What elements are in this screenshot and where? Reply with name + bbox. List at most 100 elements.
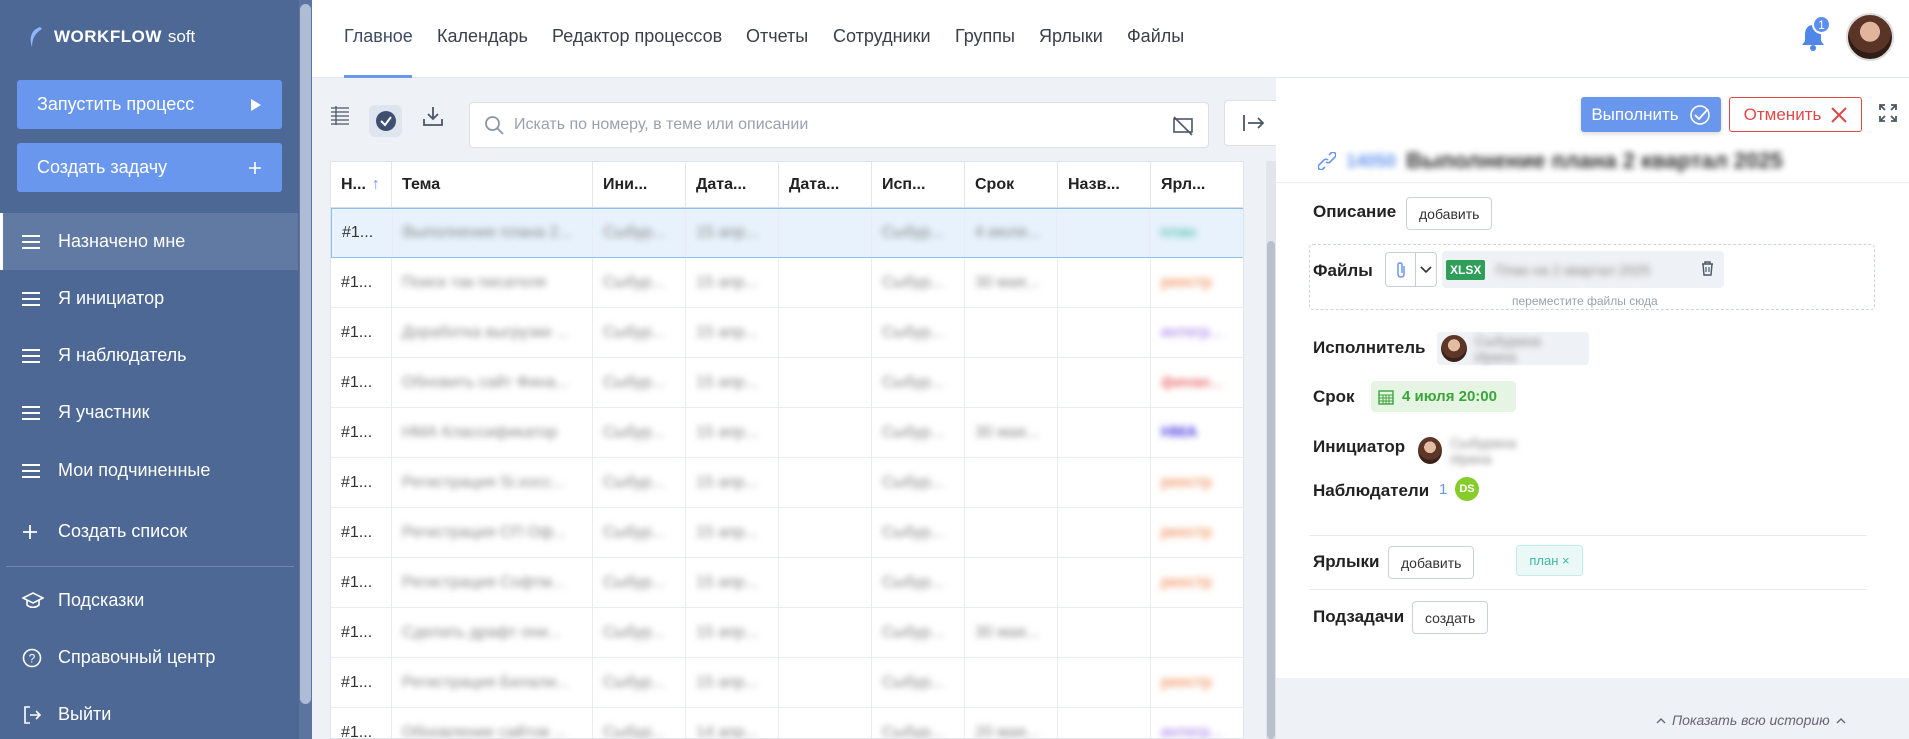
cell-number: #1... [331, 458, 392, 507]
brand-sub: soft [167, 27, 196, 46]
observers-count[interactable]: 1 [1439, 481, 1447, 498]
cell-initiator-text: Сыбур... [603, 473, 665, 491]
hide-description-icon[interactable] [1172, 115, 1194, 137]
sidebar-item-observer[interactable]: Я наблюдатель [0, 327, 298, 384]
tab-calendar[interactable]: Календарь [437, 26, 528, 47]
cell-date-created-text: 15 апр... [696, 273, 759, 291]
initiator-chip[interactable]: Сыбурина Ирина [1418, 434, 1558, 467]
column-label: Н... [341, 175, 366, 193]
table-row[interactable]: #1... Регистрация Билали... Сыбур... 15 апр… [331, 658, 1243, 708]
cell-executor: Сыбур... [872, 458, 965, 507]
trash-icon[interactable] [1701, 261, 1714, 276]
cell-name [1057, 209, 1151, 257]
sidebar-item-label: Мои подчиненные [58, 460, 211, 480]
cell-date-updated [779, 708, 872, 738]
cell-initiator: Сыбур... [593, 708, 686, 738]
table-row[interactable]: #1... Сделать драфт они... Сыбур... 15 апр.… [331, 608, 1243, 658]
tab-reports[interactable]: Отчеты [746, 26, 808, 47]
column-header-number[interactable]: Н... ↑ [331, 162, 392, 207]
sidebar-item-subordinates[interactable]: Мои подчиненные [0, 442, 298, 499]
plus-icon [248, 161, 262, 175]
tab-groups[interactable]: Группы [955, 26, 1015, 47]
sidebar-scrollbar[interactable] [299, 0, 312, 739]
sidebar-item-assigned-to-me[interactable]: Назначено мне [0, 213, 298, 270]
cell-date-updated [779, 658, 872, 707]
table-row[interactable]: #1... Обновить сайт Фина... Сыбур... 15 апр… [331, 358, 1243, 408]
check-filter-button[interactable] [369, 105, 402, 137]
paperclip-icon[interactable] [1386, 253, 1416, 286]
search-input[interactable] [514, 116, 1154, 134]
fullscreen-icon[interactable] [1879, 104, 1897, 122]
cell-name [1058, 308, 1151, 357]
column-header-date-created[interactable]: Дата... [686, 162, 779, 207]
cell-label-text: реестр [1161, 673, 1212, 691]
tab-labels[interactable]: Ярлыки [1039, 26, 1103, 47]
due-date-chip[interactable]: 4 июля 20:00 [1371, 381, 1516, 412]
column-header-executor[interactable]: Исп... [872, 162, 965, 207]
chevron-down-icon[interactable] [1416, 253, 1436, 286]
add-tag-button[interactable]: добавить [1388, 546, 1475, 579]
list-view-icon[interactable] [330, 105, 350, 125]
download-icon[interactable] [422, 105, 444, 127]
table-row[interactable]: #1... Регистрация Si.хосс... Сыбур... 15 ап… [331, 458, 1243, 508]
cancel-button[interactable]: Отменить [1729, 97, 1862, 132]
cell-executor-text: Сыбур... [882, 323, 944, 341]
table-row[interactable]: #1... Регистрация Софтм... Сыбур... 15 апр.… [331, 558, 1243, 608]
tab-main[interactable]: Главное [344, 26, 413, 47]
table-row[interactable]: #1... Выполнение плана 2... Сыбур... 15 апр… [331, 208, 1243, 258]
tab-process-editor[interactable]: Редактор процессов [552, 26, 722, 47]
cell-label [1151, 608, 1243, 657]
file-name[interactable]: План на 2 квартал 2025 [1495, 262, 1650, 278]
tab-files[interactable]: Файлы [1127, 26, 1184, 47]
task-id[interactable]: 14050 [1346, 151, 1396, 172]
run-process-button[interactable]: Запустить процесс [17, 80, 282, 129]
sidebar-item-logout[interactable]: Выйти [0, 686, 298, 739]
scrollbar-thumb[interactable] [1267, 241, 1275, 739]
cell-label-text: реестр [1161, 473, 1212, 491]
cell-executor: Сыбур... [872, 308, 965, 357]
user-avatar[interactable] [1846, 13, 1894, 61]
column-header-topic[interactable]: Тема [392, 162, 593, 207]
create-task-button[interactable]: Создать задачу [17, 143, 282, 192]
sidebar-item-hints[interactable]: Подсказки [0, 572, 298, 629]
hamburger-icon [22, 463, 58, 478]
sidebar-item-participant[interactable]: Я участник [0, 384, 298, 441]
assignee-chip[interactable]: Сыбурина Ирина [1437, 332, 1589, 365]
column-header-initiator[interactable]: Ини... [593, 162, 686, 207]
cell-initiator-text: Сыбур... [603, 623, 665, 641]
cell-date-created: 15 апр... [686, 658, 779, 707]
file-attachment[interactable]: XLSX План на 2 квартал 2025 [1442, 251, 1724, 288]
table-row[interactable]: #1... Регистрация СП Оф... Сыбур... 15 апр.… [331, 508, 1243, 558]
create-subtask-button[interactable]: создать [1412, 601, 1489, 634]
attach-file-button[interactable] [1385, 252, 1437, 287]
scrollbar-thumb[interactable] [300, 4, 311, 704]
cell-name [1058, 258, 1151, 307]
show-history-link[interactable]: Показать всю историю [1656, 712, 1846, 728]
complete-button[interactable]: Выполнить [1581, 97, 1721, 132]
cell-date-created-text: 15 апр... [696, 473, 759, 491]
app-logo[interactable]: WORKFLOW soft [26, 26, 195, 48]
column-header-date-updated[interactable]: Дата... [779, 162, 872, 207]
link-icon[interactable] [1318, 152, 1336, 170]
table-row[interactable]: #1... НМА Классификатор Сыбур... 15 апр... С… [331, 408, 1243, 458]
sidebar-item-initiator[interactable]: Я инициатор [0, 270, 298, 327]
table-row[interactable]: #1... Доработка выгрузки ... Сыбур... 15 ап… [331, 308, 1243, 358]
tag-chip[interactable]: план × [1516, 545, 1583, 576]
column-header-name[interactable]: Назв... [1058, 162, 1151, 207]
complete-label: Выполнить [1591, 104, 1679, 124]
sidebar-item-create-list[interactable]: Создать список [0, 503, 298, 560]
collapse-panel-button[interactable] [1224, 100, 1284, 146]
cell-date-created: 15 апр... [686, 408, 779, 457]
add-description-button[interactable]: добавить [1406, 197, 1493, 230]
search-box[interactable] [469, 102, 1209, 148]
column-header-due[interactable]: Срок [965, 162, 1058, 207]
table-row[interactable]: #1... Обновление сайтов ... Сыбур... 14 апр… [331, 708, 1243, 738]
tab-employees[interactable]: Сотрудники [833, 26, 931, 47]
observer-avatar[interactable]: DS [1455, 477, 1479, 501]
table-row[interactable]: #1... Поиск так писателя Сыбур... 15 апр...… [331, 258, 1243, 308]
column-header-labels[interactable]: Ярл... [1151, 162, 1243, 207]
sidebar-item-help-center[interactable]: ? Справочный центр [0, 629, 298, 686]
avatar [1418, 437, 1443, 464]
cell-number: #1... [331, 658, 392, 707]
table-scrollbar[interactable] [1266, 161, 1276, 739]
